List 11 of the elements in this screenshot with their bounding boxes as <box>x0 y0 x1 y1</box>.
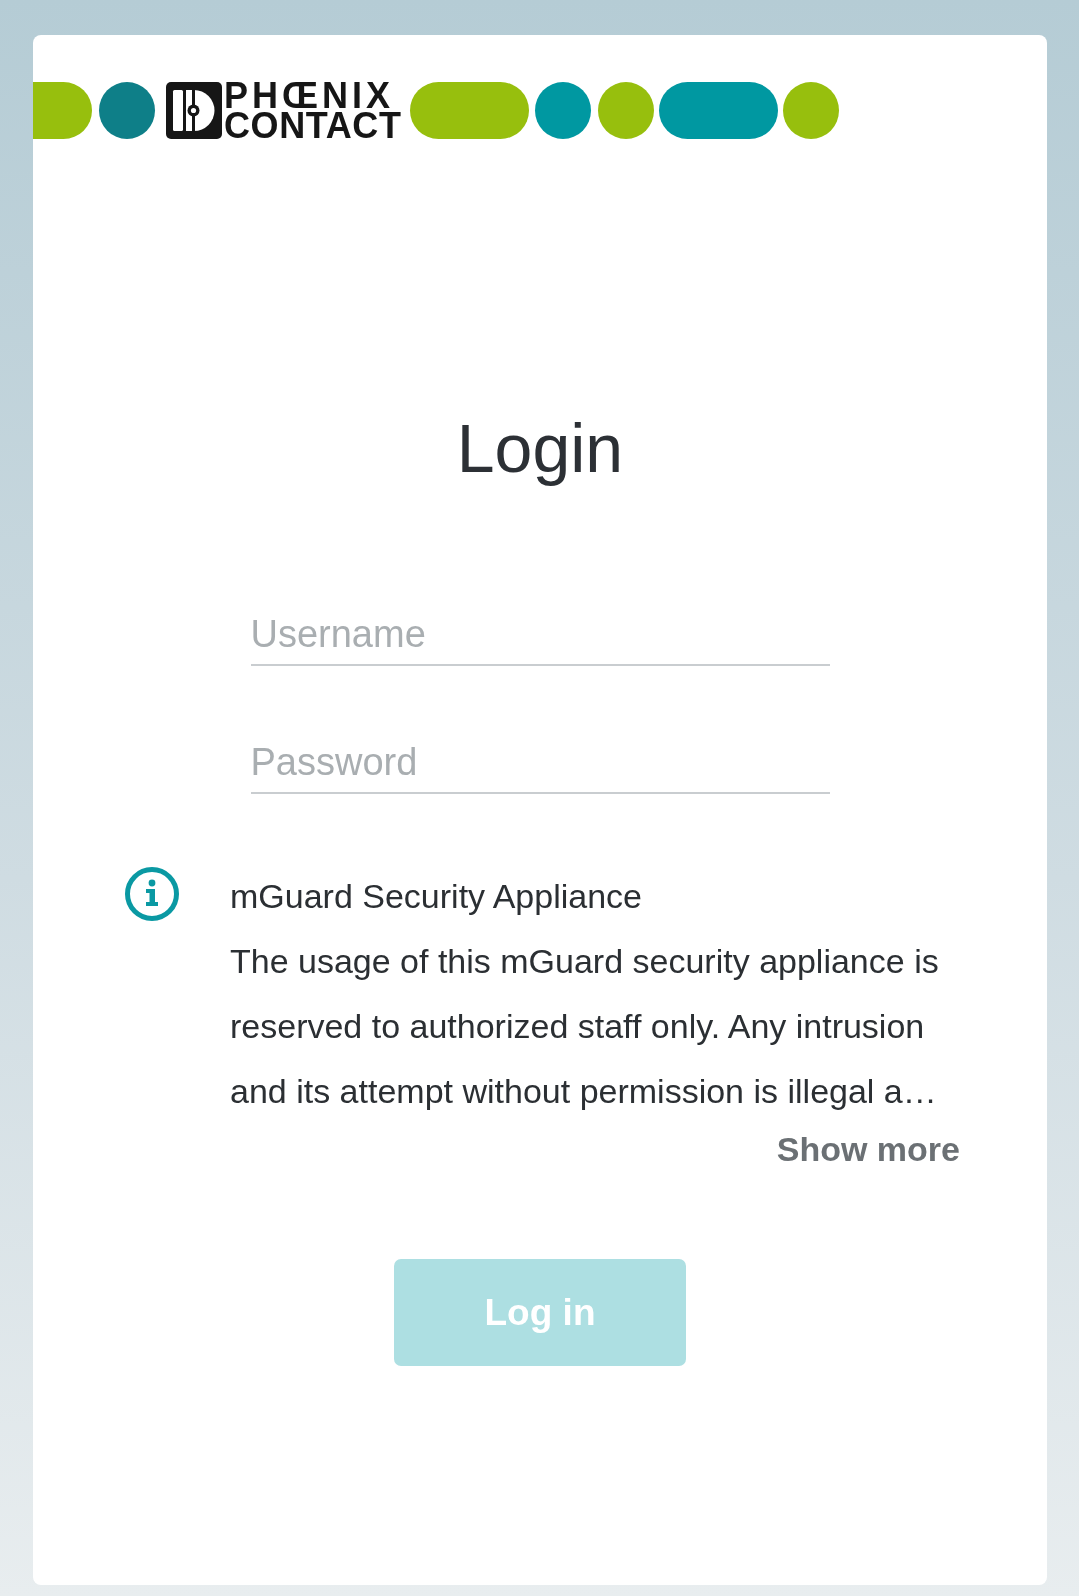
notice-title: mGuard Security Appliance <box>230 876 643 917</box>
page-title: Login <box>455 409 625 488</box>
notice-message: The usage of this mGuard security appliance is reserved to authorized staff only. Any intrusion and its attempt without permission is illegal a… <box>230 941 940 1112</box>
input-field[interactable]: Password <box>250 737 830 794</box>
input-field[interactable]: Username <box>250 609 830 666</box>
info-icon <box>125 867 179 921</box>
brand-logo-icon <box>166 82 222 139</box>
brand-wordmark: PHŒNIX CONTACT <box>224 80 402 141</box>
decor-dot <box>99 82 155 139</box>
show-more-link[interactable]: Show more <box>776 1129 960 1169</box>
decor-pill <box>33 82 92 139</box>
